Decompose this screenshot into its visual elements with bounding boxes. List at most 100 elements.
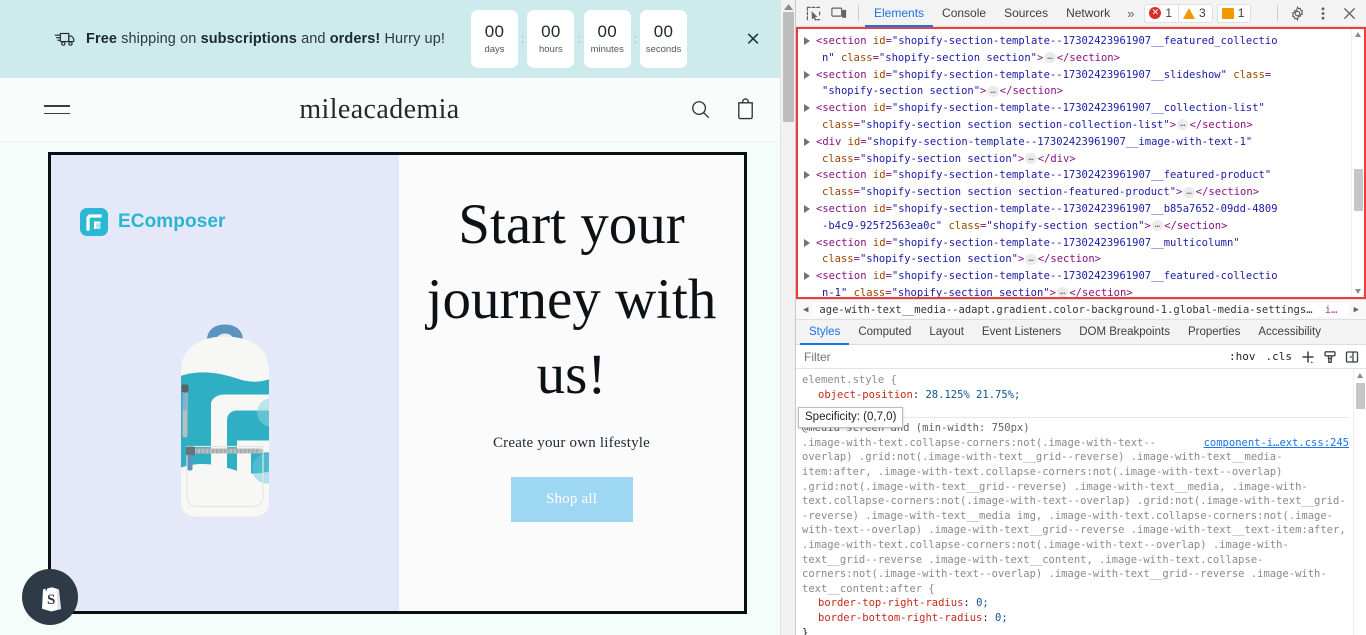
plus-icon[interactable] [1298,347,1318,367]
css-rule-block[interactable]: component-i…ext.css:245 .image-with-text… [802,436,1349,635]
toggle-panel-icon[interactable] [1342,347,1362,367]
collapsed-children-icon[interactable]: … [1025,153,1037,165]
css-selector[interactable]: .image-with-text.collapse-corners:not(.i… [802,437,1346,595]
expand-triangle-icon[interactable] [804,104,815,113]
dom-tree[interactable]: <section id="shopify-section-template--1… [798,29,1351,297]
styles-scrollbar-thumb[interactable] [1356,383,1365,409]
dom-node[interactable]: <section id="shopify-section-template--1… [804,201,1349,235]
dom-node[interactable]: <section id="shopify-section-template--1… [804,67,1349,101]
dom-node-text: <section id="shopify-section-template--1… [816,169,1272,199]
countdown-timer: 00 days : 00 hours : 00 minutes : 00 sec… [471,10,688,68]
css-rules[interactable]: element.style { object-position: 28.125%… [796,369,1353,635]
hero-subheading: Create your own lifestyle [492,434,651,451]
tab-properties[interactable]: Properties [1179,320,1249,345]
warning-count-badge[interactable]: 3 [1178,3,1213,23]
more-tabs-icon[interactable]: » [1119,6,1142,21]
dom-scrollbar-thumb[interactable] [1354,169,1363,211]
styles-filter-row: :hov .cls [796,345,1366,369]
device-toolbar-icon[interactable] [826,1,852,25]
dom-tree-scrollbar[interactable] [1351,29,1364,297]
css-property-name[interactable]: border-top-right-radius [818,597,963,609]
styles-scrollbar[interactable] [1353,369,1366,635]
scroll-up-arrow-icon[interactable] [1355,32,1361,37]
tab-dom-breakpoints[interactable]: DOM Breakpoints [1070,320,1179,345]
page-scrollbar[interactable] [780,0,795,635]
gear-icon[interactable] [1284,1,1310,25]
tab-elements[interactable]: Elements [865,0,933,27]
paintbrush-icon[interactable] [1320,347,1340,367]
hov-toggle[interactable]: :hov [1225,350,1260,363]
tab-network[interactable]: Network [1057,0,1119,27]
css-property-value[interactable]: 28.125% 21.75%; [925,389,1020,401]
tab-layout[interactable]: Layout [920,320,973,345]
error-count-badge[interactable]: ✕ 1 [1144,3,1179,23]
dom-node[interactable]: <section id="shopify-section-template--1… [804,268,1349,297]
dom-node[interactable]: <div id="shopify-section-template--17302… [804,134,1349,168]
tab-event-listeners[interactable]: Event Listeners [973,320,1070,345]
breadcrumb-back-icon[interactable]: ◀ [798,305,813,315]
cart-icon[interactable] [734,98,757,121]
css-property-value[interactable]: 0; [995,612,1008,624]
announcement-bar: Free shipping on subscriptions and order… [0,0,795,78]
filter-input[interactable] [802,348,1225,365]
dom-node[interactable]: <section id="shopify-section-template--1… [804,100,1349,134]
dom-node[interactable]: <section id="shopify-section-template--1… [804,33,1349,67]
scroll-up-arrow-icon[interactable] [1357,373,1363,378]
inspect-element-icon[interactable] [800,1,826,25]
shopify-bag-icon[interactable]: S [22,569,78,625]
collapsed-children-icon[interactable]: … [1151,220,1164,232]
shop-all-button[interactable]: Shop all [510,476,633,522]
image-with-text-media[interactable]: EComposer [51,155,399,611]
breadcrumb-forward-icon[interactable]: ▶ [1349,305,1364,315]
collapsed-children-icon[interactable]: … [1183,186,1195,198]
close-icon[interactable] [1336,1,1362,25]
tab-computed[interactable]: Computed [849,320,920,345]
dom-tree-pane[interactable]: <section id="shopify-section-template--1… [796,27,1366,299]
cls-toggle[interactable]: .cls [1262,350,1297,363]
countdown-hours: 00 hours [527,10,575,68]
website-viewport: Free shipping on subscriptions and order… [0,0,795,635]
specificity-tooltip: Specificity: (0,7,0) [798,407,904,428]
countdown-days-value: 00 [484,22,505,42]
issue-count-badge[interactable]: 1 [1216,3,1252,23]
dom-node-text: <section id="shopify-section-template--1… [816,102,1265,131]
css-property-name[interactable]: object-position [818,389,913,401]
page-scrollbar-thumb[interactable] [783,12,794,122]
more-vertical-icon[interactable] [1310,1,1336,25]
search-icon[interactable] [689,98,712,121]
devtools-main-tabs: Elements Console Sources Network [865,0,1119,27]
devtools-panel: Elements Console Sources Network » ✕ 1 3 [795,0,1366,635]
expand-triangle-icon[interactable] [804,171,815,180]
announcement-word-subscriptions: subscriptions [200,31,297,47]
breadcrumb-crumb[interactable]: age-with-text__media--adapt.gradient.col… [813,302,1319,317]
ecomposer-badge: EComposer [79,207,226,237]
breadcrumb-selected-node[interactable]: img [1318,302,1349,317]
tab-accessibility[interactable]: Accessibility [1249,320,1330,345]
css-rule-close: } [802,626,809,635]
collapsed-children-icon[interactable]: … [1044,52,1056,64]
collapsed-children-icon[interactable]: … [1025,253,1037,265]
tab-console[interactable]: Console [933,0,995,27]
collapsed-children-icon[interactable]: … [987,85,999,97]
expand-triangle-icon[interactable] [804,137,815,146]
dom-node[interactable]: <section id="shopify-section-template--1… [804,235,1349,269]
dom-node[interactable]: <section id="shopify-section-template--1… [804,167,1349,201]
expand-triangle-icon[interactable] [804,272,815,281]
tab-sources[interactable]: Sources [995,0,1057,27]
tab-styles[interactable]: Styles [800,320,849,345]
expand-triangle-icon[interactable] [804,238,815,247]
styles-rules-pane[interactable]: element.style { object-position: 28.125%… [796,369,1366,635]
css-property-name[interactable]: border-bottom-right-radius [818,612,982,624]
close-icon[interactable]: × [745,29,761,49]
hamburger-menu-icon[interactable] [44,105,70,114]
expand-triangle-icon[interactable] [804,37,815,45]
image-with-text-section: EComposer Start your journey with us! Cr… [0,142,795,614]
css-property-value[interactable]: 0; [976,597,989,609]
scroll-down-arrow-icon[interactable] [1355,289,1361,294]
collapsed-children-icon[interactable]: … [1177,119,1189,131]
collapsed-children-icon[interactable]: … [1056,287,1069,297]
expand-triangle-icon[interactable] [804,204,815,213]
countdown-hours-label: hours [538,44,563,56]
expand-triangle-icon[interactable] [804,70,815,79]
stylesheet-source-link[interactable]: component-i…ext.css:245 [1204,436,1349,451]
